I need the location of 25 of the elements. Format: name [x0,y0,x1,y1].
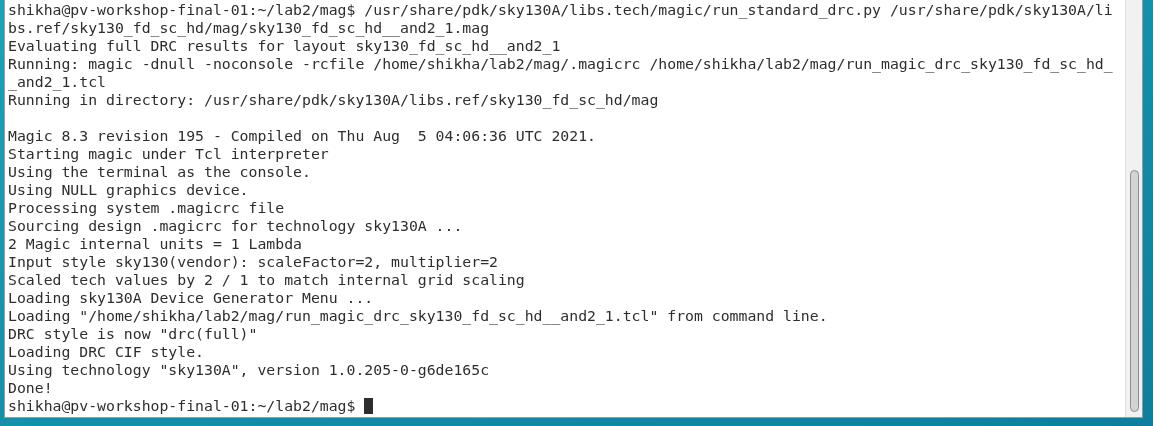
scrollbar[interactable] [1125,0,1142,417]
terminal-line: Scaled tech values by 2 / 1 to match internal grid scaling [8,271,525,289]
terminal-line: Running: magic -dnull -noconsole -rcfile /home/shikha/lab2/mag/.magicrc /home/shikha/lab2/mag/run_magic_drc_sky130_fd_sc_hd_ [8,55,1113,73]
terminal-line: Done! [8,379,53,397]
terminal-line: Magic 8.3 revision 195 - Compiled on Thu Aug 5 04:06:36 UTC 2021. [8,127,596,145]
terminal-line: Loading DRC CIF style. [8,343,204,361]
terminal-line: Using the terminal as the console. [8,163,311,181]
terminal-line: shikha@pv-workshop-final-01:~/lab2/mag$ /usr/share/pdk/sky130A/libs.tech/magic/run_standard_drc.py /usr/share/pdk/sky130A/li [8,1,1113,19]
terminal-line: Running in directory: /usr/share/pdk/sky130A/libs.ref/sky130_fd_sc_hd/mag [8,91,659,109]
terminal-line: Starting magic under Tcl interpreter [8,145,329,163]
terminal-line: Input style sky130(vendor): scaleFactor=2, multiplier=2 [8,253,498,271]
terminal-line: Evaluating full DRC results for layout sky130_fd_sc_hd__and2_1 [8,37,561,55]
terminal-prompt: shikha@pv-workshop-final-01:~/lab2/mag$ [8,397,356,415]
terminal-line: DRC style is now "drc(full)" [8,325,258,343]
terminal-line: bs.ref/sky130_fd_sc_hd/mag/sky130_fd_sc_hd__and2_1.mag [8,19,490,37]
terminal-line: Using NULL graphics device. [8,181,249,199]
terminal-line: Using technology "sky130A", version 1.0.205-0-g6de165c [8,361,490,379]
terminal-line: Loading "/home/shikha/lab2/mag/run_magic_drc_sky130_fd_sc_hd__and2_1.tcl" from command line. [8,307,828,325]
terminal-line: Sourcing design .magicrc for technology sky130A ... [8,217,463,235]
terminal-line: _and2_1.tcl [8,73,106,91]
terminal-line: 2 Magic internal units = 1 Lambda [8,235,302,253]
text-cursor [364,398,374,414]
terminal-line: Loading sky130A Device Generator Menu ... [8,289,374,307]
terminal-line: Processing system .magicrc file [8,199,285,217]
scrollbar-thumb[interactable] [1129,170,1139,412]
